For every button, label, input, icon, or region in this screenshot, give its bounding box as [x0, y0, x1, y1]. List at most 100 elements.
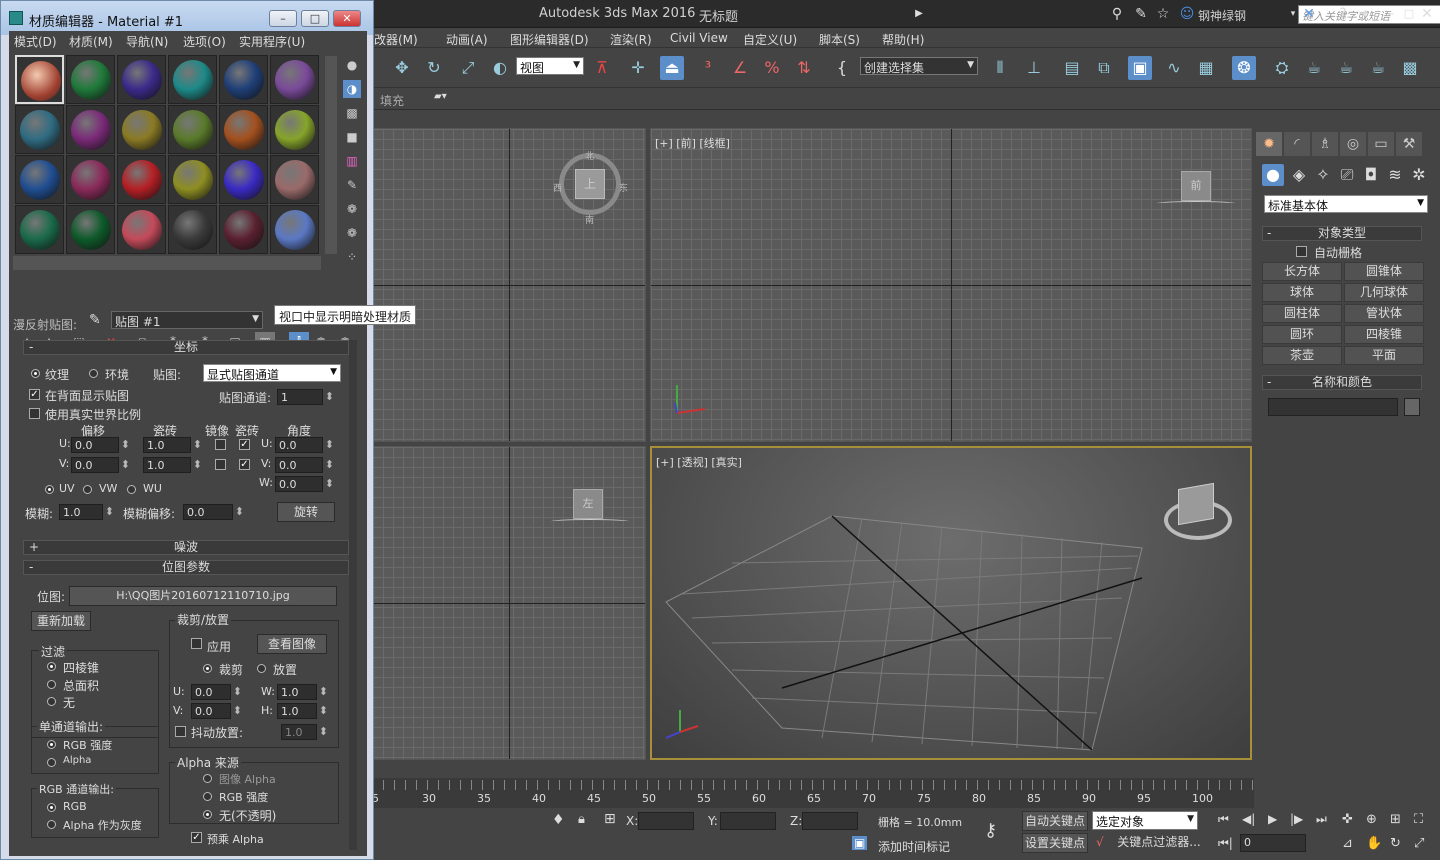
zoom-extents-icon[interactable]: ⛶	[1414, 812, 1423, 827]
maximize-viewport-icon[interactable]: ⤢	[1414, 836, 1424, 851]
add-time-tag-label[interactable]: 添加时间标记	[878, 838, 950, 855]
material-slot[interactable]	[66, 105, 115, 154]
material-slot[interactable]	[219, 105, 268, 154]
viewport-front[interactable]: [+] [前] [线框] 前	[650, 128, 1252, 442]
menu-animation[interactable]: 动画(A)	[446, 31, 488, 48]
material-slot[interactable]	[270, 105, 319, 154]
material-slot[interactable]	[66, 205, 115, 254]
viewcube-left[interactable]: 左	[573, 489, 603, 519]
menu-customize[interactable]: 自定义(U)	[743, 31, 797, 48]
backlight-icon[interactable]: ◑	[343, 80, 361, 98]
material-slot[interactable]	[168, 155, 217, 204]
time-config-icon[interactable]: ✜	[1342, 812, 1353, 827]
u-tile-checkbox[interactable]: ✓	[239, 439, 250, 450]
timeline-track[interactable]: 5 30 35 40 45 50 55 60 65 70 75 80 85 90…	[372, 778, 1254, 808]
auto-grid-checkbox[interactable]	[1296, 246, 1307, 257]
set-key-button[interactable]: 设置关键点	[1022, 833, 1088, 853]
render-setup-icon[interactable]: ⛭	[1270, 56, 1294, 80]
current-frame-input[interactable]: 0	[1240, 834, 1306, 852]
apply-checkbox[interactable]	[191, 638, 202, 649]
display-tab-icon[interactable]: ▭	[1368, 132, 1394, 156]
material-slot[interactable]	[270, 205, 319, 254]
object-category-dropdown[interactable]: 标准基本体	[1264, 195, 1428, 213]
star-icon[interactable]: ☆	[1154, 5, 1172, 23]
noise-rollout[interactable]: + 噪波	[23, 540, 349, 555]
key-filters-button[interactable]: 关键点过滤器...	[1114, 833, 1204, 853]
user-icon[interactable]: ☺	[1178, 5, 1196, 23]
material-slot[interactable]	[219, 205, 268, 254]
make-preview-icon[interactable]: ✎	[343, 176, 361, 194]
pivot-icon[interactable]: ⊼	[590, 56, 614, 80]
viewport-top[interactable]: 上 北 南 西 东	[372, 128, 646, 442]
opaque-radio[interactable]	[203, 810, 212, 819]
material-slot[interactable]	[219, 55, 268, 104]
real-world-scale-checkbox[interactable]	[29, 408, 40, 419]
select-by-material-icon[interactable]: ❁	[343, 224, 361, 242]
material-slot[interactable]	[270, 155, 319, 204]
object-color-swatch[interactable]	[1404, 398, 1420, 416]
lights-icon[interactable]: ✧	[1312, 164, 1334, 186]
object-type-rollout[interactable]: - 对象类型	[1262, 226, 1422, 241]
curve-editor-icon[interactable]: ∿	[1162, 56, 1186, 80]
sample-uv-tiling-icon[interactable]: ■	[343, 128, 361, 146]
cone-button[interactable]: 圆锥体	[1344, 262, 1424, 281]
key-mode-dropdown[interactable]: 选定对象	[1092, 811, 1198, 830]
wu-radio[interactable]	[127, 485, 136, 494]
slots-scrollbar[interactable]	[325, 56, 337, 254]
no-filter-radio[interactable]	[47, 697, 56, 706]
go-to-end-icon[interactable]: ⏭	[1316, 812, 1327, 827]
align-icon[interactable]: ⊥	[1022, 56, 1046, 80]
map-channel-spinner[interactable]: 1	[277, 389, 334, 405]
go-to-start-icon[interactable]: ⏮	[1218, 812, 1229, 827]
user-name[interactable]: 钢神绿钢	[1198, 7, 1246, 24]
orbit-icon[interactable]: ↻	[1390, 836, 1401, 851]
jitter-spinner[interactable]: 1.0	[281, 724, 328, 740]
z-coordinate-input[interactable]	[802, 812, 858, 830]
menu-help[interactable]: 帮助(H)	[882, 31, 924, 48]
systems-icon[interactable]: ✲	[1408, 164, 1430, 186]
menu-utilities[interactable]: 实用程序(U)	[239, 33, 305, 50]
schematic-view-icon[interactable]: ▦	[1194, 56, 1218, 80]
rgb-intensity-alpha-radio[interactable]	[203, 792, 212, 801]
v-tiling-spinner[interactable]: 1.0	[143, 457, 202, 473]
geosphere-button[interactable]: 几何球体	[1344, 283, 1424, 302]
v-tile-checkbox[interactable]: ✓	[239, 459, 250, 470]
cylinder-button[interactable]: 圆柱体	[1262, 304, 1342, 323]
menu-graph-editors[interactable]: 图形编辑器(D)	[510, 31, 589, 48]
prev-frame-icon[interactable]: ◀|	[1242, 812, 1255, 826]
maximize-icon[interactable]: □	[1400, 5, 1418, 23]
spacewarps-icon[interactable]: ≋	[1384, 164, 1406, 186]
x-coordinate-input[interactable]	[638, 812, 694, 830]
bitmap-params-rollout[interactable]: - 位图参数	[23, 560, 349, 575]
motion-tab-icon[interactable]: ◎	[1340, 132, 1366, 156]
options-icon[interactable]: ❁	[343, 200, 361, 218]
alpha-as-gray-radio[interactable]	[47, 820, 56, 829]
reload-button[interactable]: 重新加载	[31, 611, 91, 631]
hierarchy-tab-icon[interactable]: ♗	[1312, 132, 1338, 156]
key-mode-icon[interactable]: ⏮|	[1218, 836, 1233, 851]
premultiplied-alpha-checkbox[interactable]: ✓	[191, 832, 202, 843]
angle-snap-icon[interactable]: ∠	[728, 56, 752, 80]
spinner-snap-icon[interactable]: ⇅	[792, 56, 816, 80]
helpers-icon[interactable]: ◘	[1360, 164, 1382, 186]
view-image-button[interactable]: 查看图像	[257, 634, 327, 654]
minimize-icon[interactable]: –	[269, 10, 297, 27]
reference-coord-dropdown[interactable]: 视图	[516, 57, 584, 75]
close-icon[interactable]: ✕	[333, 10, 361, 27]
crop-v-spinner[interactable]: 0.0	[191, 703, 242, 719]
time-tag-icon[interactable]: ▣	[852, 836, 868, 850]
exchange-icon[interactable]: ✕	[1300, 5, 1318, 23]
manipulate-icon[interactable]: ✛	[626, 56, 650, 80]
crop-h-spinner[interactable]: 1.0	[277, 703, 328, 719]
slots-hscrollbar[interactable]	[13, 256, 321, 270]
material-slot[interactable]	[117, 205, 166, 254]
params-scrollbar[interactable]	[349, 340, 357, 850]
eyedropper-icon[interactable]: ✎	[89, 312, 101, 328]
zoom-all-icon[interactable]: ⊞	[1390, 812, 1401, 827]
menu-modifiers[interactable]: 改器(M)	[374, 31, 418, 48]
texture-radio[interactable]	[31, 369, 40, 378]
menu-scripting[interactable]: 脚本(S)	[819, 31, 860, 48]
bitmap-path-button[interactable]: H:\QQ图片20160712110710.jpg	[69, 586, 337, 606]
edit-named-selection-icon[interactable]: {	[830, 56, 854, 80]
vw-radio[interactable]	[83, 485, 92, 494]
